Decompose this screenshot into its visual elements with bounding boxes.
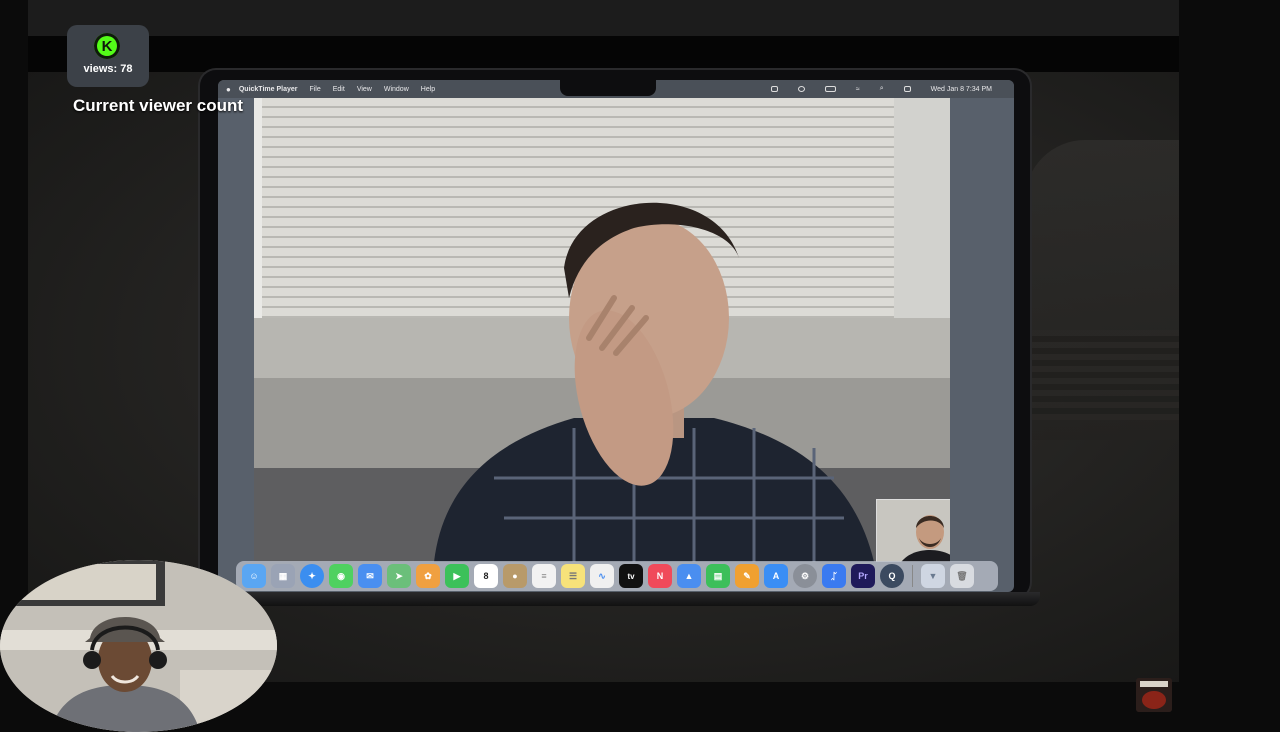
cloud-icon[interactable]	[770, 86, 778, 92]
video-caller-main	[434, 202, 874, 562]
menu-help[interactable]: Help	[421, 86, 435, 93]
photos-icon[interactable]: ✿	[416, 564, 440, 588]
app-store-icon[interactable]: A	[764, 564, 788, 588]
laptop-screen: ● QuickTime Player File Edit View Window…	[218, 80, 1014, 592]
news-icon[interactable]: N	[648, 564, 672, 588]
finder-icon[interactable]: ☺	[242, 564, 266, 588]
viewer-count-caption: Current viewer count	[73, 96, 244, 115]
dock-separator	[912, 565, 913, 587]
reminders-icon[interactable]: ≡	[532, 564, 556, 588]
keynote-icon[interactable]: ▲	[677, 564, 701, 588]
viewer-count-badge: K views: 78	[67, 25, 149, 87]
numbers-icon[interactable]: ▤	[706, 564, 730, 588]
menubar-clock[interactable]: Wed Jan 8 7:34 PM	[931, 86, 992, 93]
calendar-icon[interactable]: 8	[474, 564, 498, 588]
macos-dock: ☺ ▦ ✦ ◉ ✉ ➤ ✿ ▶ 8 ● ≡ ☰ ∿ tv N ▲ ▤ ✎ A ⚙…	[236, 561, 998, 591]
apple-tv-icon[interactable]: tv	[619, 564, 643, 588]
premiere-pro-icon[interactable]: Pr	[851, 564, 875, 588]
apple-menu-icon[interactable]: ●	[226, 85, 231, 94]
views-count: views: 78	[83, 63, 133, 75]
menu-edit[interactable]: Edit	[333, 86, 345, 93]
downloads-folder-icon[interactable]: ▼	[921, 564, 945, 588]
bluetooth-icon[interactable]: ᛢ	[822, 564, 846, 588]
battery-icon[interactable]	[824, 86, 836, 92]
spotlight-search-icon[interactable]: ⌕	[880, 85, 884, 93]
kick-logo-icon: K	[94, 33, 120, 59]
system-settings-icon[interactable]: ⚙	[793, 564, 817, 588]
pages-icon[interactable]: ✎	[735, 564, 759, 588]
messages-icon[interactable]: ◉	[329, 564, 353, 588]
laptop-base	[190, 592, 1040, 606]
subscribe-watermark-icon	[1136, 678, 1172, 712]
notes-icon[interactable]: ☰	[561, 564, 585, 588]
top-strip	[28, 0, 1179, 36]
freeform-icon[interactable]: ∿	[590, 564, 614, 588]
launchpad-icon[interactable]: ▦	[271, 564, 295, 588]
wifi-icon[interactable]: ≈	[856, 86, 860, 93]
control-center-icon[interactable]	[903, 86, 911, 92]
trash-icon[interactable]: 🗑	[950, 564, 974, 588]
video-caller-self	[877, 500, 950, 562]
streamer-webcam-feed	[0, 560, 277, 732]
menu-app-name[interactable]: QuickTime Player	[239, 86, 298, 93]
maps-icon[interactable]: ➤	[387, 564, 411, 588]
menubar-status-area: ≈ ⌕ Wed Jan 8 7:34 PM	[770, 80, 1004, 98]
mail-icon[interactable]: ✉	[358, 564, 382, 588]
menu-window[interactable]: Window	[384, 86, 409, 93]
letterbox-band	[28, 36, 1179, 72]
record-icon[interactable]	[797, 86, 805, 92]
streamer-webcam	[0, 560, 277, 732]
menu-file[interactable]: File	[309, 86, 320, 93]
facetime-video-window	[254, 98, 950, 562]
menu-view[interactable]: View	[357, 86, 372, 93]
quicktime-icon[interactable]: Q	[880, 564, 904, 588]
facetime-icon[interactable]: ▶	[445, 564, 469, 588]
contacts-icon[interactable]: ●	[503, 564, 527, 588]
camera-notch	[560, 80, 656, 96]
safari-icon[interactable]: ✦	[300, 564, 324, 588]
room-rug	[1025, 330, 1179, 420]
subscribe-watermark-art	[1136, 678, 1172, 712]
self-view-pip[interactable]	[876, 499, 950, 562]
